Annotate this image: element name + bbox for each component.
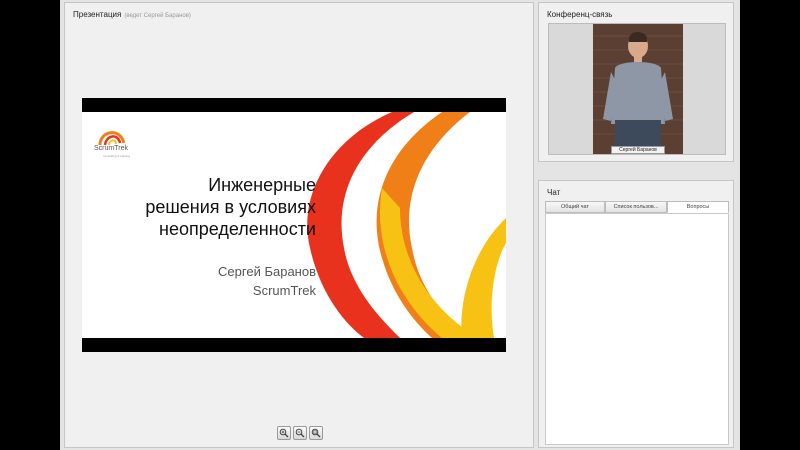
- speaker-name-tag: Сергей Баранов: [611, 146, 665, 154]
- slide-author: Сергей Баранов ScrumTrek: [218, 264, 316, 298]
- tab-user-list[interactable]: Список пользов...: [605, 201, 667, 213]
- zoom-out-button[interactable]: [293, 426, 307, 440]
- conference-panel: Конференц-связь Сергей Баранов: [538, 2, 734, 162]
- presenter-subtitle: (ведет Сергей Баранов): [124, 13, 191, 19]
- slide-bottom-bar: [82, 338, 506, 352]
- slide-top-bar: [82, 98, 506, 112]
- chat-tabs: Общий чат Список пользов... Вопросы: [545, 201, 729, 213]
- video-frame: Сергей Баранов: [548, 23, 726, 155]
- zoom-toolbar: [277, 426, 323, 440]
- presentation-title: Презентация: [73, 10, 122, 19]
- chat-title: Чат: [547, 188, 561, 197]
- conference-title: Конференц-связь: [547, 10, 613, 19]
- zoom-in-button[interactable]: [277, 426, 291, 440]
- zoom-out-icon: [295, 428, 305, 438]
- zoom-fit-button[interactable]: [309, 426, 323, 440]
- speaker-silhouette: [593, 24, 683, 154]
- chat-message-area[interactable]: [545, 213, 729, 445]
- logo-tagline: consulting & training: [103, 154, 131, 158]
- tab-general-chat[interactable]: Общий чат: [545, 201, 605, 213]
- letterbox-left: [0, 0, 60, 450]
- webinar-app: Презентация (ведет Сергей Баранов) ScrumT…: [60, 0, 740, 450]
- tab-questions[interactable]: Вопросы: [667, 201, 729, 213]
- letterbox-right: [740, 0, 800, 450]
- zoom-fit-icon: [311, 428, 321, 438]
- speaker-video[interactable]: Сергей Баранов: [593, 24, 683, 154]
- presentation-header: Презентация (ведет Сергей Баранов): [73, 10, 191, 19]
- chat-panel: Чат Общий чат Список пользов... Вопросы: [538, 180, 734, 448]
- slide-title: Инженерные решения в условиях неопределе…: [145, 175, 316, 239]
- zoom-in-icon: [279, 428, 289, 438]
- presentation-panel: Презентация (ведет Сергей Баранов) ScrumT…: [64, 2, 534, 448]
- logo-wordmark: ScrumTrek: [94, 145, 128, 152]
- slide: ScrumTrek consulting & training Инженерн…: [82, 98, 506, 352]
